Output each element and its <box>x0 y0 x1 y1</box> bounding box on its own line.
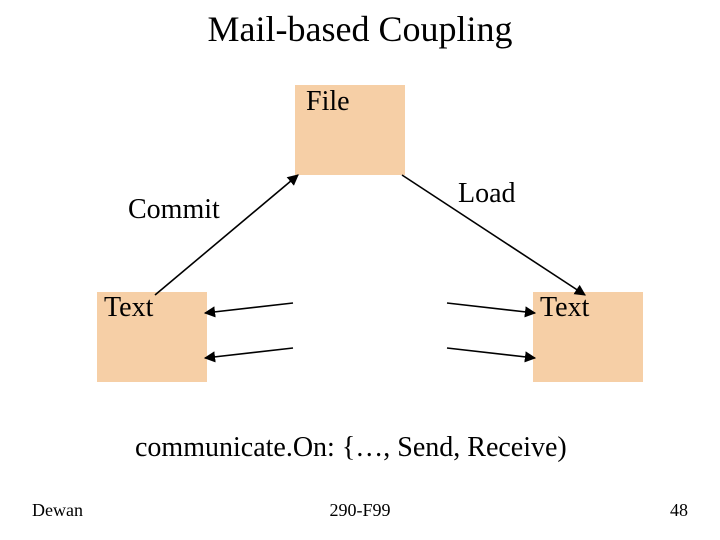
footer-course: 290-F99 <box>0 500 720 521</box>
send-arrows-upper <box>205 303 535 313</box>
slide-title: Mail-based Coupling <box>0 8 720 50</box>
slide: Mail-based Coupling File Text Text Commi… <box>0 0 720 540</box>
caption: communicate.On: {…, Send, Receive) <box>135 432 567 464</box>
footer-page: 48 <box>670 500 688 521</box>
commit-label: Commit <box>128 194 220 226</box>
load-label: Load <box>458 178 516 210</box>
receive-arrows-lower <box>205 348 535 358</box>
commit-arrow <box>155 175 298 295</box>
file-label: File <box>306 86 350 118</box>
text-right-label: Text <box>540 292 589 324</box>
text-left-label: Text <box>104 292 153 324</box>
